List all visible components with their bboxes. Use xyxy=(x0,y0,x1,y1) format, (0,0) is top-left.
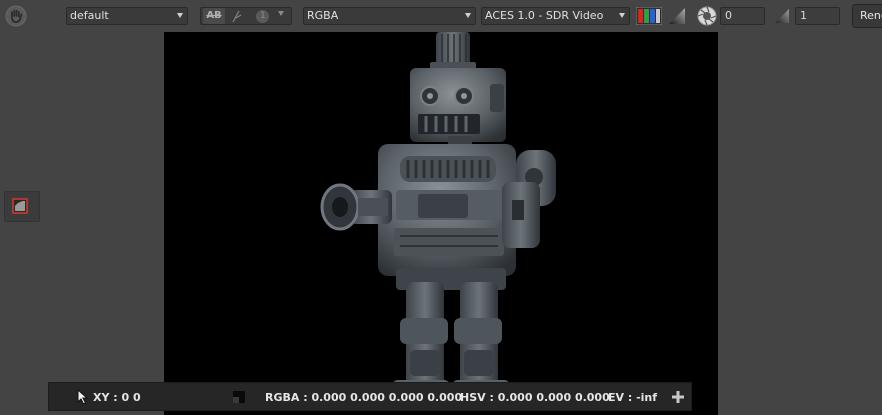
gain-input[interactable]: 0 xyxy=(720,7,765,25)
hand-icon[interactable] xyxy=(5,5,27,30)
channel-value: RGBA xyxy=(307,9,339,22)
channel-swatch-icon[interactable] xyxy=(635,6,663,28)
chevron-down-icon xyxy=(619,13,625,18)
ev-readout: EV : -inf xyxy=(608,391,658,404)
viewer-toolbar: default AB 1 RGBA ACES 1.0 - SDR Video 0… xyxy=(0,0,882,32)
rgba-readout: RGBA : 0.000 0.000 0.000 0.000 xyxy=(265,391,463,404)
render-image xyxy=(320,32,556,410)
plus-icon[interactable] xyxy=(671,390,685,407)
display-preset-value: default xyxy=(70,9,109,22)
pixel-swatch-icon xyxy=(233,391,245,406)
pixel-info-bar: XY : 0 0 RGBA : 0.000 0.000 0.000 0.000 … xyxy=(48,382,692,411)
ab-index-selector[interactable]: 1 xyxy=(251,8,289,24)
render-button[interactable]: Render xyxy=(852,4,882,28)
ab-index-badge: 1 xyxy=(256,10,270,23)
wipe-icon[interactable] xyxy=(227,8,247,24)
chevron-down-icon xyxy=(465,13,471,18)
channel-dropdown[interactable]: RGBA xyxy=(303,7,476,25)
colorspace-dropdown[interactable]: ACES 1.0 - SDR Video xyxy=(481,7,630,25)
crop-region-button[interactable] xyxy=(4,191,40,222)
aperture-icon[interactable] xyxy=(697,6,717,29)
xy-readout: XY : 0 0 xyxy=(93,391,141,404)
cursor-icon xyxy=(77,388,89,408)
gamma-icon[interactable] xyxy=(773,7,791,28)
hsv-readout: HSV : 0.000 0.000 0.000 xyxy=(460,391,610,404)
chevron-down-icon xyxy=(177,13,183,18)
colorspace-value: ACES 1.0 - SDR Video xyxy=(485,9,604,22)
render-button-label: Render xyxy=(860,9,882,22)
chevron-down-icon xyxy=(277,11,284,16)
ab-compare-button[interactable]: AB xyxy=(203,8,225,24)
display-preset-dropdown[interactable]: default xyxy=(66,7,188,25)
gamma-value: 1 xyxy=(800,9,807,22)
gain-value: 0 xyxy=(725,9,732,22)
image-viewport[interactable] xyxy=(164,32,718,415)
gradient-icon[interactable] xyxy=(667,6,687,29)
crop-region-icon xyxy=(12,198,28,217)
gamma-input[interactable]: 1 xyxy=(795,7,840,25)
ab-compare-group: AB 1 xyxy=(200,7,292,25)
